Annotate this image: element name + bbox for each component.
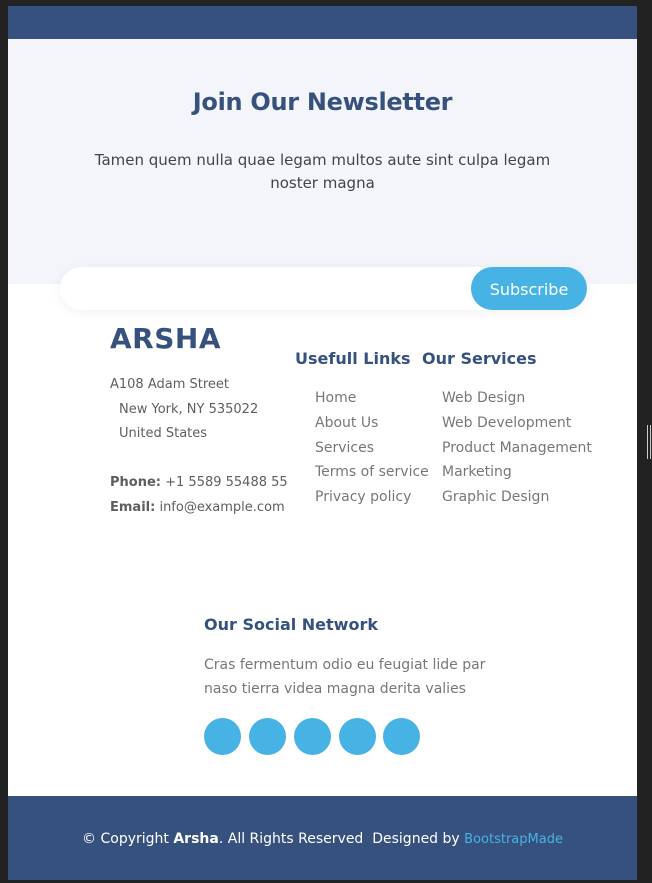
footer-link-services[interactable]: Services [315,436,429,461]
address-line: United States [119,426,208,441]
top-bar [8,6,637,39]
linkedin-icon[interactable] [383,718,420,755]
email-row: Email: info@example.com [110,495,288,520]
subscribe-button[interactable]: Subscribe [471,267,587,310]
designed-by-label: Designed by [372,831,460,847]
footer-link-privacy[interactable]: Privacy policy [315,485,429,510]
newsletter-section: Join Our Newsletter Tamen quem nulla qua… [8,39,637,310]
footer-address: A108 Adam Street New York, NY 535022 Uni… [110,373,258,447]
copyright-prefix: © Copyright [82,831,169,847]
phone-label: Phone: [110,475,161,490]
service-link-web-design[interactable]: Web Design [442,386,592,411]
designer-link[interactable]: BootstrapMade [464,832,563,847]
social-title: Our Social Network [204,615,378,634]
email-value: info@example.com [159,500,285,515]
instagram-icon[interactable] [294,718,331,755]
newsletter-text: Tamen quem nulla quae legam multos aute … [94,151,551,192]
address-line: A108 Adam Street [110,377,230,392]
footer-brand: ARSHA [110,322,221,355]
email-input[interactable] [74,273,458,305]
footer-contact: Phone: +1 5589 55488 55 Email: info@exam… [110,470,288,520]
copyright: © Copyright Arsha. All Rights Reserved D… [8,831,637,847]
address-line: New York, NY 535022 [119,401,259,417]
service-link-product-management[interactable]: Product Management [442,436,592,461]
phone-value: +1 5589 55488 55 [165,475,288,490]
page: Join Our Newsletter Tamen quem nulla qua… [8,6,637,880]
footer-bottom: © Copyright Arsha. All Rights Reserved D… [8,796,637,880]
twitter-icon[interactable] [204,718,241,755]
footer-link-home[interactable]: Home [315,386,429,411]
copyright-rights: . All Rights Reserved [218,831,364,847]
social-text: Cras fermentum odio eu feugiat lide par … [204,657,486,697]
useful-links-list: Home About Us Services Terms of service … [315,386,429,510]
skype-icon[interactable] [339,718,376,755]
footer-link-terms[interactable]: Terms of service [315,460,429,485]
email-label: Email: [110,500,156,515]
our-services-title: Our Services [422,349,537,368]
newsletter-title: Join Our Newsletter [192,88,453,116]
newsletter-form: Subscribe [60,267,587,310]
phone-row: Phone: +1 5589 55488 55 [110,470,288,495]
service-link-marketing[interactable]: Marketing [442,460,592,485]
copyright-brand: Arsha [173,831,219,847]
facebook-icon[interactable] [249,718,286,755]
useful-links-title: Usefull Links [295,349,411,368]
service-link-graphic-design[interactable]: Graphic Design [442,485,592,510]
scrollbar-handle[interactable] [646,425,652,459]
service-link-web-development[interactable]: Web Development [442,411,592,436]
services-list: Web Design Web Development Product Manag… [442,386,592,510]
footer-link-about[interactable]: About Us [315,411,429,436]
